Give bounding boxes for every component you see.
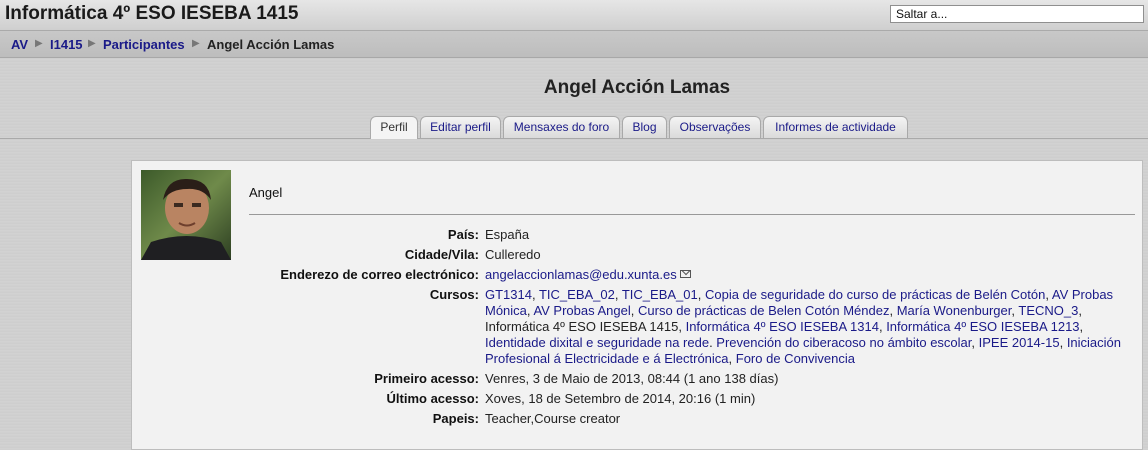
course-link[interactable]: IPEE 2014-15 xyxy=(979,335,1060,350)
roles-value: Teacher,Course creator xyxy=(485,411,621,426)
country-label: País: xyxy=(447,227,479,242)
breadcrumb-item-current: Angel Acción Lamas xyxy=(207,37,335,52)
page-title: Angel Acción Lamas xyxy=(543,77,731,98)
course-link[interactable]: Copia de seguridade do curso de práctica… xyxy=(705,287,1045,302)
breadcrumb-separator-icon: ▶ xyxy=(192,38,200,49)
course-link[interactable]: Identidade dixital e seguridade na rede xyxy=(485,335,709,350)
course-link[interactable]: Curso de prácticas de Belen Cotón Méndez xyxy=(638,303,889,318)
site-title[interactable]: Informática 4º ESO IESEBA 1415 xyxy=(5,3,298,25)
tab-blog[interactable]: Blog xyxy=(622,116,667,138)
email-row: angelaccionlamas@edu.xunta.es xyxy=(485,267,691,282)
course-link[interactable]: TIC_EBA_02 xyxy=(539,287,615,302)
course-link[interactable]: Foro de Convivencia xyxy=(736,351,855,366)
course-link[interactable]: AV Probas Angel xyxy=(533,303,630,318)
city-value: Culleredo xyxy=(485,247,541,262)
profile-name: Angel xyxy=(249,185,283,200)
divider xyxy=(249,214,1135,215)
course-link[interactable]: GT1314 xyxy=(485,287,532,302)
email-link[interactable]: angelaccionlamas@edu.xunta.es xyxy=(485,267,677,282)
breadcrumb: AV ▶ I1415 ▶ Participantes ▶ Angel Acció… xyxy=(0,30,1148,58)
breadcrumb-separator-icon: ▶ xyxy=(88,38,96,49)
course-link[interactable]: Informática 4º ESO IESEBA 1314 xyxy=(686,319,879,334)
first-access-label: Primeiro acesso: xyxy=(374,371,479,386)
tab-informes-actividade[interactable]: Informes de actividade xyxy=(763,116,908,138)
course-link[interactable]: Informática 4º ESO IESEBA 1213 xyxy=(886,319,1079,334)
user-photo xyxy=(141,170,231,260)
breadcrumb-item-participants[interactable]: Participantes xyxy=(103,37,185,52)
courses-list: GT1314, TIC_EBA_02, TIC_EBA_01, Copia de… xyxy=(485,287,1122,366)
country-value: España xyxy=(485,227,530,242)
mail-icon[interactable] xyxy=(679,270,691,278)
course-link[interactable]: TECNO_3 xyxy=(1018,303,1078,318)
profile-panel: Angel País: España Cidade/Vila: Cullered… xyxy=(131,160,1143,450)
last-access-label: Último acesso: xyxy=(386,391,479,406)
course-current: Informática 4º ESO IESEBA 1415 xyxy=(485,319,679,334)
course-link[interactable]: María Wonenburger xyxy=(897,303,1012,318)
courses-label: Cursos: xyxy=(429,287,479,302)
breadcrumb-item-course[interactable]: I1415 xyxy=(50,37,83,52)
roles-label: Papeis: xyxy=(432,411,479,426)
tab-observacoes[interactable]: Observações xyxy=(669,116,761,138)
tab-editar-perfil[interactable]: Editar perfil xyxy=(420,116,501,138)
tab-perfil[interactable]: Perfil xyxy=(370,116,418,139)
email-label: Enderezo de correo electrónico: xyxy=(280,267,479,282)
course-link[interactable]: TIC_EBA_01 xyxy=(622,287,698,302)
city-label: Cidade/Vila: xyxy=(404,247,479,262)
last-access-value: Xoves, 18 de Setembro de 2014, 20:16 (1 … xyxy=(485,391,756,406)
breadcrumb-separator-icon: ▶ xyxy=(35,38,43,49)
site-header: Informática 4º ESO IESEBA 1415 Saltar a.… xyxy=(0,0,1148,30)
course-link[interactable]: Prevención do ciberacoso no ámbito escol… xyxy=(716,335,971,350)
jump-to-select[interactable]: Saltar a... xyxy=(890,5,1144,23)
tabs-baseline xyxy=(0,138,1148,139)
tab-mensaxes-foro[interactable]: Mensaxes do foro xyxy=(503,116,620,138)
first-access-value: Venres, 3 de Maio de 2013, 08:44 (1 ano … xyxy=(485,371,779,386)
breadcrumb-item-av[interactable]: AV xyxy=(11,37,28,52)
